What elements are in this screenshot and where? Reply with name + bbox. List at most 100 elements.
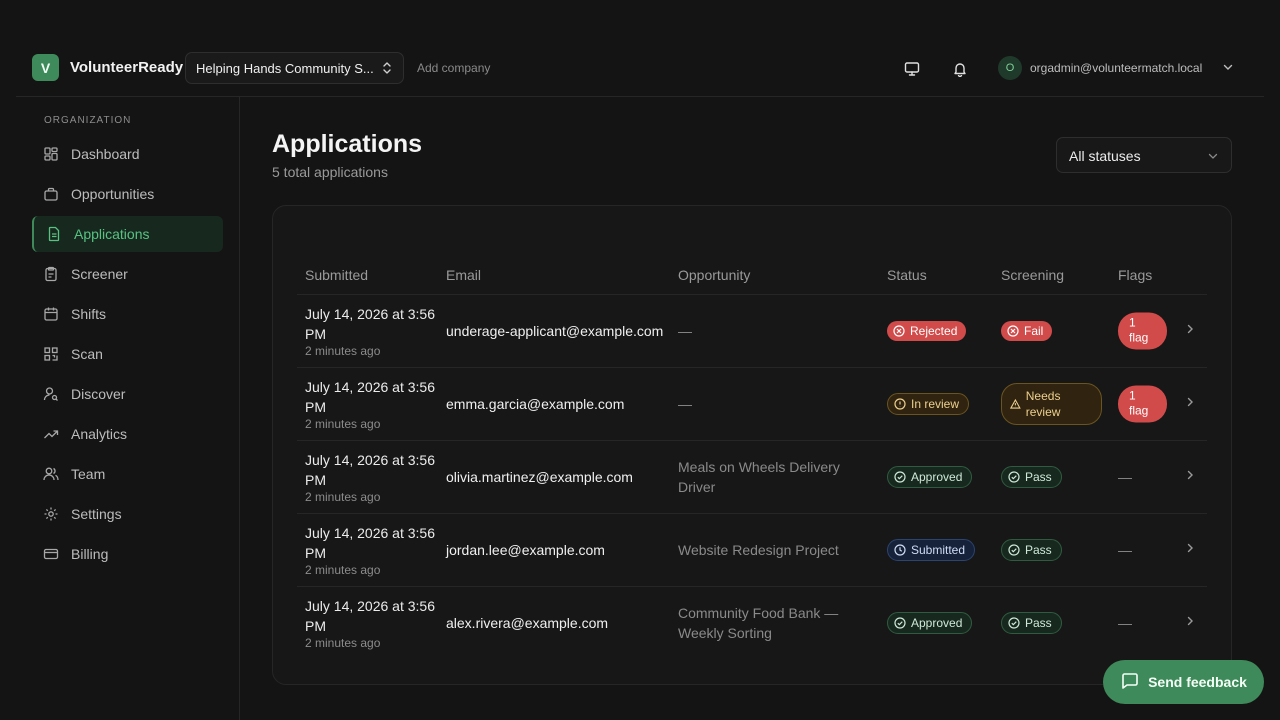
sidebar-heading: ORGANIZATION [44, 115, 132, 126]
dashboard-icon [43, 146, 59, 162]
column-header-opportunity[interactable]: Opportunity [678, 267, 750, 283]
table-row[interactable]: July 14, 2026 at 3:56 PM 2 minutes ago o… [297, 440, 1207, 513]
submitted-date: July 14, 2026 at 3:56 PM [305, 452, 435, 488]
table-row[interactable]: July 14, 2026 at 3:56 PM 2 minutes ago u… [297, 294, 1207, 367]
status-badge-label: Submitted [911, 543, 966, 557]
chevron-right-icon[interactable] [1184, 541, 1196, 559]
user-email[interactable]: orgadmin@volunteermatch.local [1030, 61, 1202, 75]
trending-up-icon [43, 426, 59, 442]
sidebar-item-label: Dashboard [71, 146, 140, 162]
sidebar-item-scan[interactable]: Scan [32, 336, 223, 372]
sidebar-item-label: Discover [71, 386, 126, 402]
opportunity-name: Meals on Wheels Delivery Driver [678, 459, 840, 495]
page-subtitle: 5 total applications [272, 164, 388, 180]
alert-circle-icon [894, 398, 906, 410]
company-select-value: Helping Hands Community S... [196, 61, 374, 76]
sidebar-item-analytics[interactable]: Analytics [32, 416, 223, 452]
submitted-relative: 2 minutes ago [305, 417, 381, 431]
applicant-email: jordan.lee@example.com [446, 542, 605, 558]
status-badge: In review [887, 393, 970, 415]
warning-triangle-icon [1010, 398, 1021, 409]
status-badge-label: Rejected [910, 324, 958, 338]
x-circle-icon [1007, 325, 1019, 337]
sidebar-item-discover[interactable]: Discover [32, 376, 223, 412]
flags-empty: — [1118, 615, 1132, 631]
applicant-email: alex.rivera@example.com [446, 615, 609, 631]
credit-card-icon [43, 546, 59, 562]
submitted-relative: 2 minutes ago [305, 563, 381, 577]
sidebar-item-team[interactable]: Team [32, 456, 223, 492]
applicant-email: emma.garcia@example.com [446, 396, 625, 412]
chevron-right-icon[interactable] [1184, 614, 1196, 632]
status-badge: Approved [887, 466, 973, 488]
opportunity-name: — [678, 396, 692, 412]
table-row[interactable]: July 14, 2026 at 3:56 PM 2 minutes ago e… [297, 367, 1207, 440]
sidebar-item-label: Billing [71, 546, 109, 562]
table-row[interactable]: July 14, 2026 at 3:56 PM 2 minutes ago a… [297, 586, 1207, 659]
status-badge-label: In review [911, 397, 960, 411]
chevron-down-icon[interactable] [1222, 60, 1234, 78]
sidebar-item-settings[interactable]: Settings [32, 496, 223, 532]
check-circle-icon [1008, 617, 1020, 629]
top-bar: V VolunteerReady Helping Hands Community… [16, 40, 1264, 97]
send-feedback-button[interactable]: Send feedback [1103, 660, 1264, 704]
check-circle-icon [1008, 544, 1020, 556]
avatar[interactable]: O [998, 56, 1022, 80]
briefcase-icon [43, 186, 59, 202]
users-icon [43, 466, 59, 482]
document-icon [46, 226, 62, 242]
monitor-icon[interactable] [901, 58, 923, 80]
opportunity-name: — [678, 323, 692, 339]
status-filter-select[interactable]: All statuses [1056, 137, 1232, 173]
sidebar-item-billing[interactable]: Billing [32, 536, 223, 572]
sidebar-item-opportunities[interactable]: Opportunities [32, 176, 223, 212]
bell-icon[interactable] [949, 58, 971, 80]
message-square-icon [1120, 671, 1140, 694]
chevron-right-icon[interactable] [1184, 322, 1196, 340]
screening-badge: Fail [1001, 321, 1053, 341]
user-search-icon [43, 386, 59, 402]
sidebar-item-label: Screener [71, 266, 128, 282]
sidebar-item-screener[interactable]: Screener [32, 256, 223, 292]
chevron-right-icon[interactable] [1184, 468, 1196, 486]
sidebar-item-label: Applications [74, 226, 150, 242]
chevron-right-icon[interactable] [1184, 395, 1196, 413]
sidebar-item-label: Opportunities [71, 186, 155, 202]
add-company-link[interactable]: Add company [417, 61, 490, 75]
screening-badge: Pass [1001, 539, 1062, 561]
sidebar: ORGANIZATION Dashboard Opportunities App… [16, 97, 240, 720]
app-name[interactable]: VolunteerReady [70, 59, 183, 76]
column-header-email[interactable]: Email [446, 267, 481, 283]
column-header-submitted[interactable]: Submitted [305, 267, 368, 283]
column-header-flags[interactable]: Flags [1118, 267, 1152, 283]
screening-badge: Needs review [1001, 383, 1102, 425]
check-circle-icon [1008, 471, 1020, 483]
submitted-relative: 2 minutes ago [305, 490, 381, 504]
sidebar-item-shifts[interactable]: Shifts [32, 296, 223, 332]
screening-badge-label: Pass [1025, 470, 1052, 484]
check-circle-icon [894, 471, 906, 483]
submitted-date: July 14, 2026 at 3:56 PM [305, 525, 435, 561]
chevron-up-down-icon [381, 61, 393, 78]
sidebar-item-applications[interactable]: Applications [32, 216, 223, 252]
sidebar-item-dashboard[interactable]: Dashboard [32, 136, 223, 172]
status-badge-label: Approved [911, 616, 963, 630]
status-filter-value: All statuses [1069, 148, 1141, 164]
qr-code-icon [43, 346, 59, 362]
app-logo[interactable]: V [32, 54, 59, 81]
column-header-screening[interactable]: Screening [1001, 267, 1064, 283]
company-select[interactable]: Helping Hands Community S... [185, 52, 404, 84]
opportunity-name: Community Food Bank — Weekly Sorting [678, 605, 839, 641]
status-badge: Approved [887, 612, 973, 634]
column-header-status[interactable]: Status [887, 267, 927, 283]
screening-badge-label: Fail [1024, 324, 1044, 338]
screening-badge: Pass [1001, 612, 1062, 634]
x-circle-icon [893, 325, 905, 337]
clock-icon [894, 544, 906, 556]
table-row[interactable]: July 14, 2026 at 3:56 PM 2 minutes ago j… [297, 513, 1207, 586]
flags-badge: 1 flag [1118, 385, 1167, 423]
check-circle-icon [894, 617, 906, 629]
send-feedback-label: Send feedback [1148, 674, 1247, 690]
clipboard-icon [43, 266, 59, 282]
sidebar-item-label: Settings [71, 506, 122, 522]
